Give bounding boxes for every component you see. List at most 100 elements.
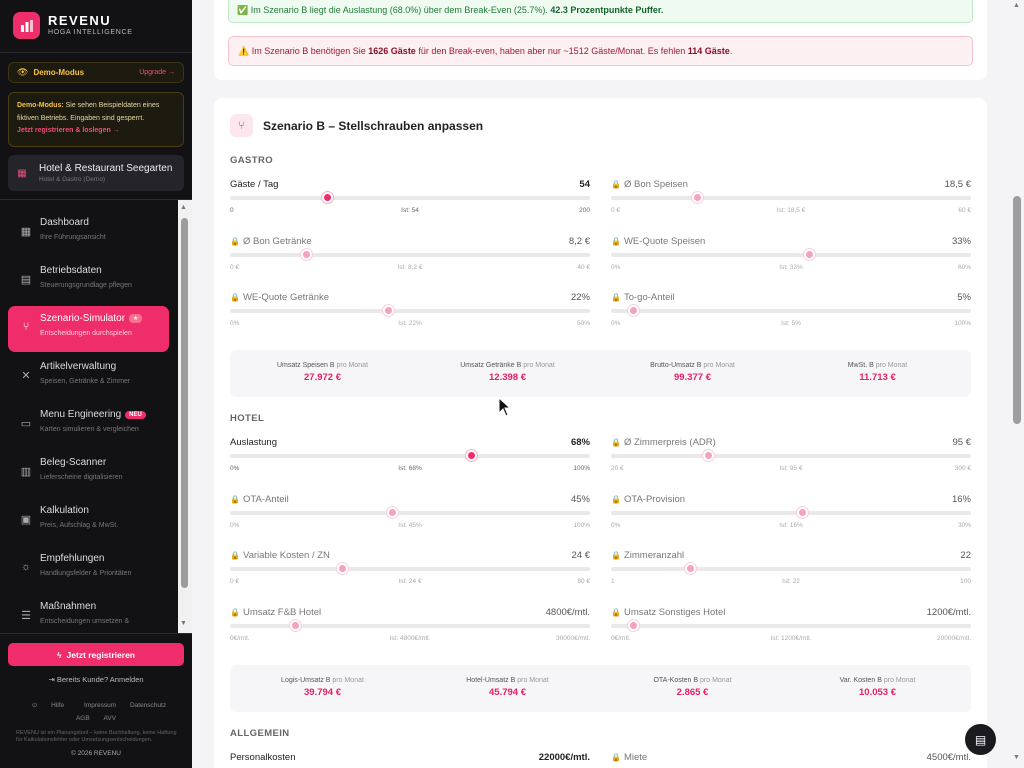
- footer-links: ⊙ Hilfe Impressum Datenschutz AGB AVV: [0, 699, 192, 725]
- slider-we-quote-speisen[interactable]: 🔒 WE-Quote Speisen 33% 0% Ist: 33% 60%: [611, 236, 971, 282]
- slider-track[interactable]: [611, 309, 971, 313]
- slider-track[interactable]: [611, 196, 971, 200]
- slider-we-quote-getränke[interactable]: 🔒 WE-Quote Getränke 22% 0% Ist: 22% 50%: [230, 292, 590, 338]
- slider-current: Ist: 22%: [398, 320, 422, 327]
- slider-bon-speisen[interactable]: 🔒 Ø Bon Speisen 18,5 € 0 € Ist: 18,5 € 60 €: [611, 179, 971, 225]
- slider-handle[interactable]: [383, 305, 395, 316]
- slider-handle[interactable]: [796, 506, 808, 518]
- success-alert-highlight: 42.3 Prozentpunkte Puffer.: [550, 5, 664, 15]
- nav-item-label-text: Szenario-Simulator: [40, 313, 126, 324]
- scroll-down-icon[interactable]: ▼: [1013, 754, 1020, 761]
- slider-to-go-anteil[interactable]: 🔒 To-go-Anteil 5% 0% Ist: 5% 100%: [611, 292, 971, 338]
- register-link[interactable]: Jetzt registrieren & loslegen →: [17, 127, 120, 134]
- scroll-up-icon[interactable]: ▲: [180, 204, 187, 211]
- slider-handle[interactable]: [466, 450, 478, 461]
- nav-item-empfehlungen[interactable]: ☼ Empfehlungen Handlungsfelder & Priorit…: [8, 546, 169, 592]
- metric-label-text: Umsatz Speisen B: [276, 362, 335, 369]
- slider-label: 🔒 WE-Quote Speisen: [611, 236, 705, 247]
- slider-zimmeranzahl[interactable]: 🔒 Zimmeranzahl 22 1 Ist: 22 100: [611, 550, 971, 596]
- sidebar-scrollbar-thumb[interactable]: [181, 218, 188, 588]
- scroll-up-icon[interactable]: ▲: [1013, 2, 1020, 9]
- slider-value: 24 €: [571, 550, 591, 561]
- slider-value: 22: [960, 550, 971, 561]
- nav-item-kalkulation[interactable]: ▣ Kalkulation Preis, Aufschlag & MwSt.: [8, 498, 169, 544]
- slider-label-text: Auslastung: [230, 437, 278, 448]
- scroll-down-icon[interactable]: ▼: [180, 620, 187, 627]
- login-link[interactable]: ⇥ Bereits Kunde? Anmelden: [0, 675, 192, 684]
- nav-item-beleg-scanner[interactable]: ▥ Beleg-Scanner Lieferscheine digitalisi…: [8, 450, 169, 496]
- warning-highlight: 114 Gäste: [687, 46, 730, 56]
- nav-item-dashboard[interactable]: ▦ Dashboard Ihre Führungsansicht: [8, 210, 169, 256]
- slider-handle[interactable]: [685, 563, 697, 574]
- nav-item-menu-engineering[interactable]: ▭ Menu Engineering NEU Karten simulieren …: [8, 402, 169, 448]
- slider-handle[interactable]: [627, 305, 639, 316]
- slider-value: 8,2 €: [568, 235, 590, 247]
- help-link[interactable]: ⊙ Hilfe: [26, 702, 70, 709]
- slider-track[interactable]: [611, 510, 971, 515]
- slider-track[interactable]: [611, 623, 971, 628]
- slider-label: 🔒 To-go-Anteil: [611, 292, 675, 303]
- slider-umsatz-sonstiges-hotel[interactable]: 🔒 Umsatz Sonstiges Hotel 1200€/mtl. 0€/mtl.…: [611, 607, 971, 653]
- slider-label-text: OTA-Provision: [623, 493, 686, 505]
- upgrade-link[interactable]: Upgrade →: [139, 69, 175, 76]
- slider-value: 54: [579, 179, 590, 190]
- chat-button[interactable]: ▤: [965, 724, 996, 755]
- slider-track[interactable]: [230, 252, 590, 257]
- slider-track[interactable]: [611, 454, 971, 458]
- slider-track[interactable]: [230, 196, 590, 200]
- brand[interactable]: REVENU HOGA INTELLIGENCE: [13, 12, 133, 39]
- nav-item-label: Szenario-Simulator ★: [40, 313, 143, 324]
- slider-track[interactable]: [611, 567, 971, 571]
- business-type: Hotel & Gastro (Demo): [39, 175, 106, 183]
- slider-track[interactable]: [230, 623, 590, 628]
- nav-item-betriebsdaten[interactable]: ▤ Betriebsdaten Steuerungsgrundlage pfle…: [8, 258, 169, 304]
- slider-value: 33%: [951, 235, 971, 247]
- slider-handle[interactable]: [692, 192, 704, 203]
- nav-item-label: Beleg-Scanner: [40, 457, 107, 468]
- agb-link[interactable]: AGB: [76, 715, 90, 722]
- slider-min: 20 €: [611, 465, 624, 472]
- nav-item-artikelverwaltung[interactable]: ✕ Artikelverwaltung Speisen, Getränke & …: [8, 354, 169, 400]
- register-button[interactable]: ϟ Jetzt registrieren: [8, 643, 184, 666]
- slider-track[interactable]: [230, 567, 590, 571]
- business-selector[interactable]: ▦ Hotel & Restaurant Seegarten Hotel & G…: [8, 155, 184, 191]
- slider-value: 16%: [951, 493, 971, 505]
- slider-min: 0 €: [611, 207, 621, 214]
- slider-handle[interactable]: [627, 619, 639, 631]
- slider-auslastung[interactable]: Auslastung 68% 0% Ist: 68% 100%: [230, 437, 590, 483]
- slider-handle[interactable]: [336, 563, 348, 574]
- slider-handle[interactable]: [703, 450, 715, 461]
- slider-label: 🔒 WE-Quote Getränke: [230, 292, 329, 303]
- slider-track[interactable]: [230, 454, 590, 458]
- slider-umsatz-f-b-hotel[interactable]: 🔒 Umsatz F&B Hotel 4800€/mtl. 0€/mtl. Ist: 4…: [230, 607, 590, 653]
- slider-zimmerpreis-adr[interactable]: 🔒 Ø Zimmerpreis (ADR) 95 € 20 € Ist: 95 € 300…: [611, 437, 971, 483]
- main-scrollbar-thumb[interactable]: [1013, 196, 1021, 424]
- slider-handle[interactable]: [804, 248, 815, 260]
- slider-track[interactable]: [611, 252, 971, 257]
- slider-handle[interactable]: [300, 248, 312, 260]
- slider-handle[interactable]: [289, 619, 301, 631]
- slider-ota-anteil[interactable]: 🔒 OTA-Anteil 45% 0% Ist: 45% 100%: [230, 494, 590, 540]
- slider-variable-kosten-zn[interactable]: 🔒 Variable Kosten / ZN 24 € 0 € Ist: 24 € 80 …: [230, 550, 590, 596]
- nav-item-label: Kalkulation: [40, 505, 89, 516]
- lock-icon: 🔒: [230, 236, 240, 246]
- slider-label-text: Variable Kosten / ZN: [242, 550, 330, 561]
- demo-mode-bar[interactable]: 👁 Demo-Modus Upgrade →: [8, 62, 184, 83]
- slider-track[interactable]: [230, 510, 590, 515]
- nav-item-label: Dashboard: [40, 217, 89, 228]
- slider-ota-provision[interactable]: 🔒 OTA-Provision 16% 0% Ist: 16% 30%: [611, 494, 971, 540]
- slider-min: 0€/mtl.: [230, 634, 250, 642]
- slider-gäste-tag[interactable]: Gäste / Tag 54 0 Ist: 54 200: [230, 179, 590, 225]
- avv-link[interactable]: AVV: [104, 715, 117, 722]
- datenschutz-link[interactable]: Datenschutz: [130, 702, 166, 709]
- slider-handle[interactable]: [322, 192, 334, 203]
- slider-track[interactable]: [230, 309, 590, 313]
- slider-current: Ist: 54: [401, 207, 419, 214]
- slider-handle[interactable]: [387, 506, 398, 518]
- slider-bon-getränke[interactable]: 🔒 Ø Bon Getränke 8,2 € 0 € Ist: 8,2 € 40 €: [230, 236, 590, 282]
- nav-item-szenario-simulator[interactable]: ⑂ Szenario-Simulator ★ Entscheidungen dur…: [8, 306, 169, 352]
- slider-max: 50%: [576, 320, 590, 327]
- section-title-hotel: HOTEL: [230, 413, 265, 424]
- impressum-link[interactable]: Impressum: [84, 702, 116, 709]
- slider-min: 0%: [611, 521, 621, 529]
